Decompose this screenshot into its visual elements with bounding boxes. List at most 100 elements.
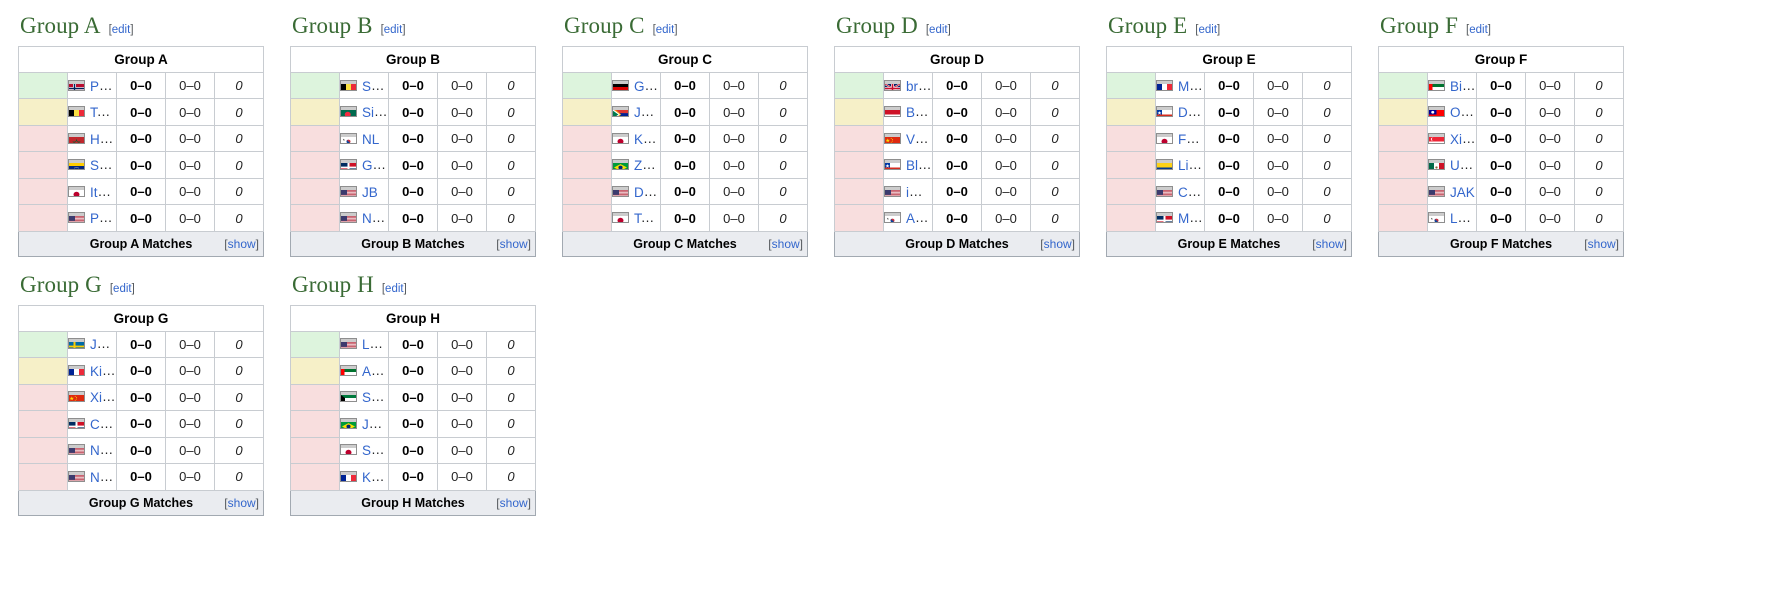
player-name-cell: JB [339, 177, 389, 206]
game-score: 0–0 [709, 177, 759, 206]
show-link[interactable]: show [1044, 237, 1072, 251]
player-name-cell: Takamura [67, 98, 117, 126]
game-score: 0–0 [1253, 98, 1303, 126]
points-value: 0 [1030, 204, 1080, 232]
player-link[interactable]: S4ltyKiD [362, 78, 388, 93]
player-link[interactable]: Armperor [906, 210, 932, 226]
player-link[interactable]: MenaRD [1178, 210, 1204, 226]
player-link[interactable]: Xiaohai [90, 389, 116, 405]
player-link[interactable]: Fuudo [1178, 131, 1204, 146]
player-link[interactable]: Dual Kevin [634, 184, 660, 199]
show-link[interactable]: show [228, 496, 256, 510]
points-value: 0 [1030, 71, 1080, 100]
rank-indicator [18, 124, 68, 153]
player-link[interactable]: Itabashi Zangief [90, 184, 116, 199]
player-link[interactable]: JB [362, 184, 378, 199]
edit-link[interactable]: edit [929, 24, 948, 36]
player-name-cell: Phenom [67, 71, 117, 100]
show-matches-toggle[interactable]: [show] [224, 237, 259, 251]
show-link[interactable]: show [228, 237, 256, 251]
show-matches-toggle[interactable]: [show] [768, 237, 803, 251]
player-link[interactable]: Limestone [1178, 157, 1204, 173]
player-link[interactable]: NL [362, 131, 379, 146]
show-matches-toggle[interactable]: [show] [224, 496, 259, 510]
player-link[interactable]: Uriel Velorio [1450, 157, 1476, 173]
player-link[interactable]: Nephew [90, 469, 116, 485]
match-score: 0–0 [116, 383, 166, 411]
player-link[interactable]: broski [906, 78, 932, 93]
show-matches-toggle[interactable]: [show] [496, 237, 531, 251]
player-name-cell: Leshar [1427, 204, 1477, 232]
edit-link[interactable]: edit [112, 24, 131, 36]
rank-indicator [18, 204, 68, 232]
player-link[interactable]: NuckleDu [90, 442, 116, 458]
player-link[interactable]: AngryBird [362, 363, 388, 379]
edit-link[interactable]: edit [1198, 24, 1217, 36]
player-link[interactable]: Salvatore [90, 157, 116, 173]
flag-icon-bangladesh [340, 106, 357, 118]
player-link[interactable]: Shuto [362, 442, 388, 458]
player-link[interactable]: Mister Crimson [1178, 78, 1204, 93]
match-score: 0–0 [1476, 124, 1526, 153]
edit-link[interactable]: edit [384, 24, 403, 36]
points-value: 0 [214, 436, 264, 464]
player-link[interactable]: Vxbao [906, 131, 932, 146]
group-standings-table-f: Group FBig Bird0–00–00Oil King0–00–00Xia… [1378, 45, 1624, 257]
player-link[interactable]: HotDog29 [90, 131, 116, 146]
player-link[interactable]: Big Bird [1450, 78, 1476, 93]
player-link[interactable]: JUNINHO-RAS [362, 416, 388, 432]
show-matches-toggle[interactable]: [show] [496, 496, 531, 510]
player-link[interactable]: Bravery [906, 104, 932, 120]
edit-link[interactable]: edit [385, 283, 404, 295]
flag-icon-usa [340, 185, 357, 197]
matches-footer-row: Group B Matches [show] [290, 230, 536, 257]
player-link[interactable]: Juicyjoe [90, 336, 116, 352]
player-link[interactable]: Phenom [90, 78, 116, 93]
show-matches-toggle[interactable]: [show] [1584, 237, 1619, 251]
show-matches-toggle[interactable]: [show] [1040, 237, 1075, 251]
table-title: Group E [1106, 45, 1352, 73]
player-link[interactable]: iDom [906, 184, 932, 199]
edit-link[interactable]: edit [113, 283, 132, 295]
player-link[interactable]: Blaz [906, 157, 932, 173]
matches-label: Group C Matches [633, 236, 737, 251]
player-link[interactable]: Kilzyou [90, 363, 116, 379]
player-name-cell: GranTODAKAI [339, 151, 389, 179]
player-link[interactable]: Caba [90, 416, 116, 432]
player-link[interactable]: Zangief_bolado [634, 157, 660, 173]
show-link[interactable]: show [1588, 237, 1616, 251]
player-link[interactable]: GranTODAKAI [362, 157, 388, 173]
match-score: 0–0 [1204, 177, 1254, 206]
player-link[interactable]: Tokido [634, 210, 660, 226]
player-link[interactable]: NoahTheProdigy [362, 210, 388, 226]
player-link[interactable]: Lexx [362, 336, 388, 352]
player-link[interactable]: Sole [362, 389, 388, 405]
player-name-cell: NoahTheProdigy [339, 204, 389, 232]
player-link[interactable]: Takamura [90, 104, 116, 120]
player-link[interactable]: Leshar [1450, 210, 1476, 226]
show-matches-toggle[interactable]: [show] [1312, 237, 1347, 251]
show-link[interactable]: show [772, 237, 800, 251]
player-link[interactable]: Oil King [1450, 104, 1476, 120]
match-score: 0–0 [1204, 71, 1254, 100]
rank-indicator [562, 204, 612, 232]
player-link[interactable]: Kakeru [634, 131, 660, 146]
player-link[interactable]: Punk [90, 210, 116, 226]
player-link[interactable]: ChrisCCH [1178, 184, 1204, 199]
flag-icon-taiwan [1428, 106, 1445, 118]
player-link[interactable]: Xian [1450, 131, 1476, 146]
player-link[interactable]: Kusanagi [362, 469, 388, 485]
player-link[interactable]: GGHalibel [634, 78, 660, 93]
player-link[interactable]: JAK [1450, 184, 1475, 199]
edit-link[interactable]: edit [1469, 24, 1488, 36]
game-score: 0–0 [709, 204, 759, 232]
player-link[interactable]: Si Anik [362, 104, 388, 120]
player-link[interactable]: JabhiM [634, 104, 660, 120]
show-link[interactable]: show [1316, 237, 1344, 251]
match-score: 0–0 [116, 177, 166, 206]
show-link[interactable]: show [500, 496, 528, 510]
match-score: 0–0 [1204, 98, 1254, 126]
show-link[interactable]: show [500, 237, 528, 251]
edit-link[interactable]: edit [656, 24, 675, 36]
player-link[interactable]: Deiver [1178, 104, 1204, 120]
